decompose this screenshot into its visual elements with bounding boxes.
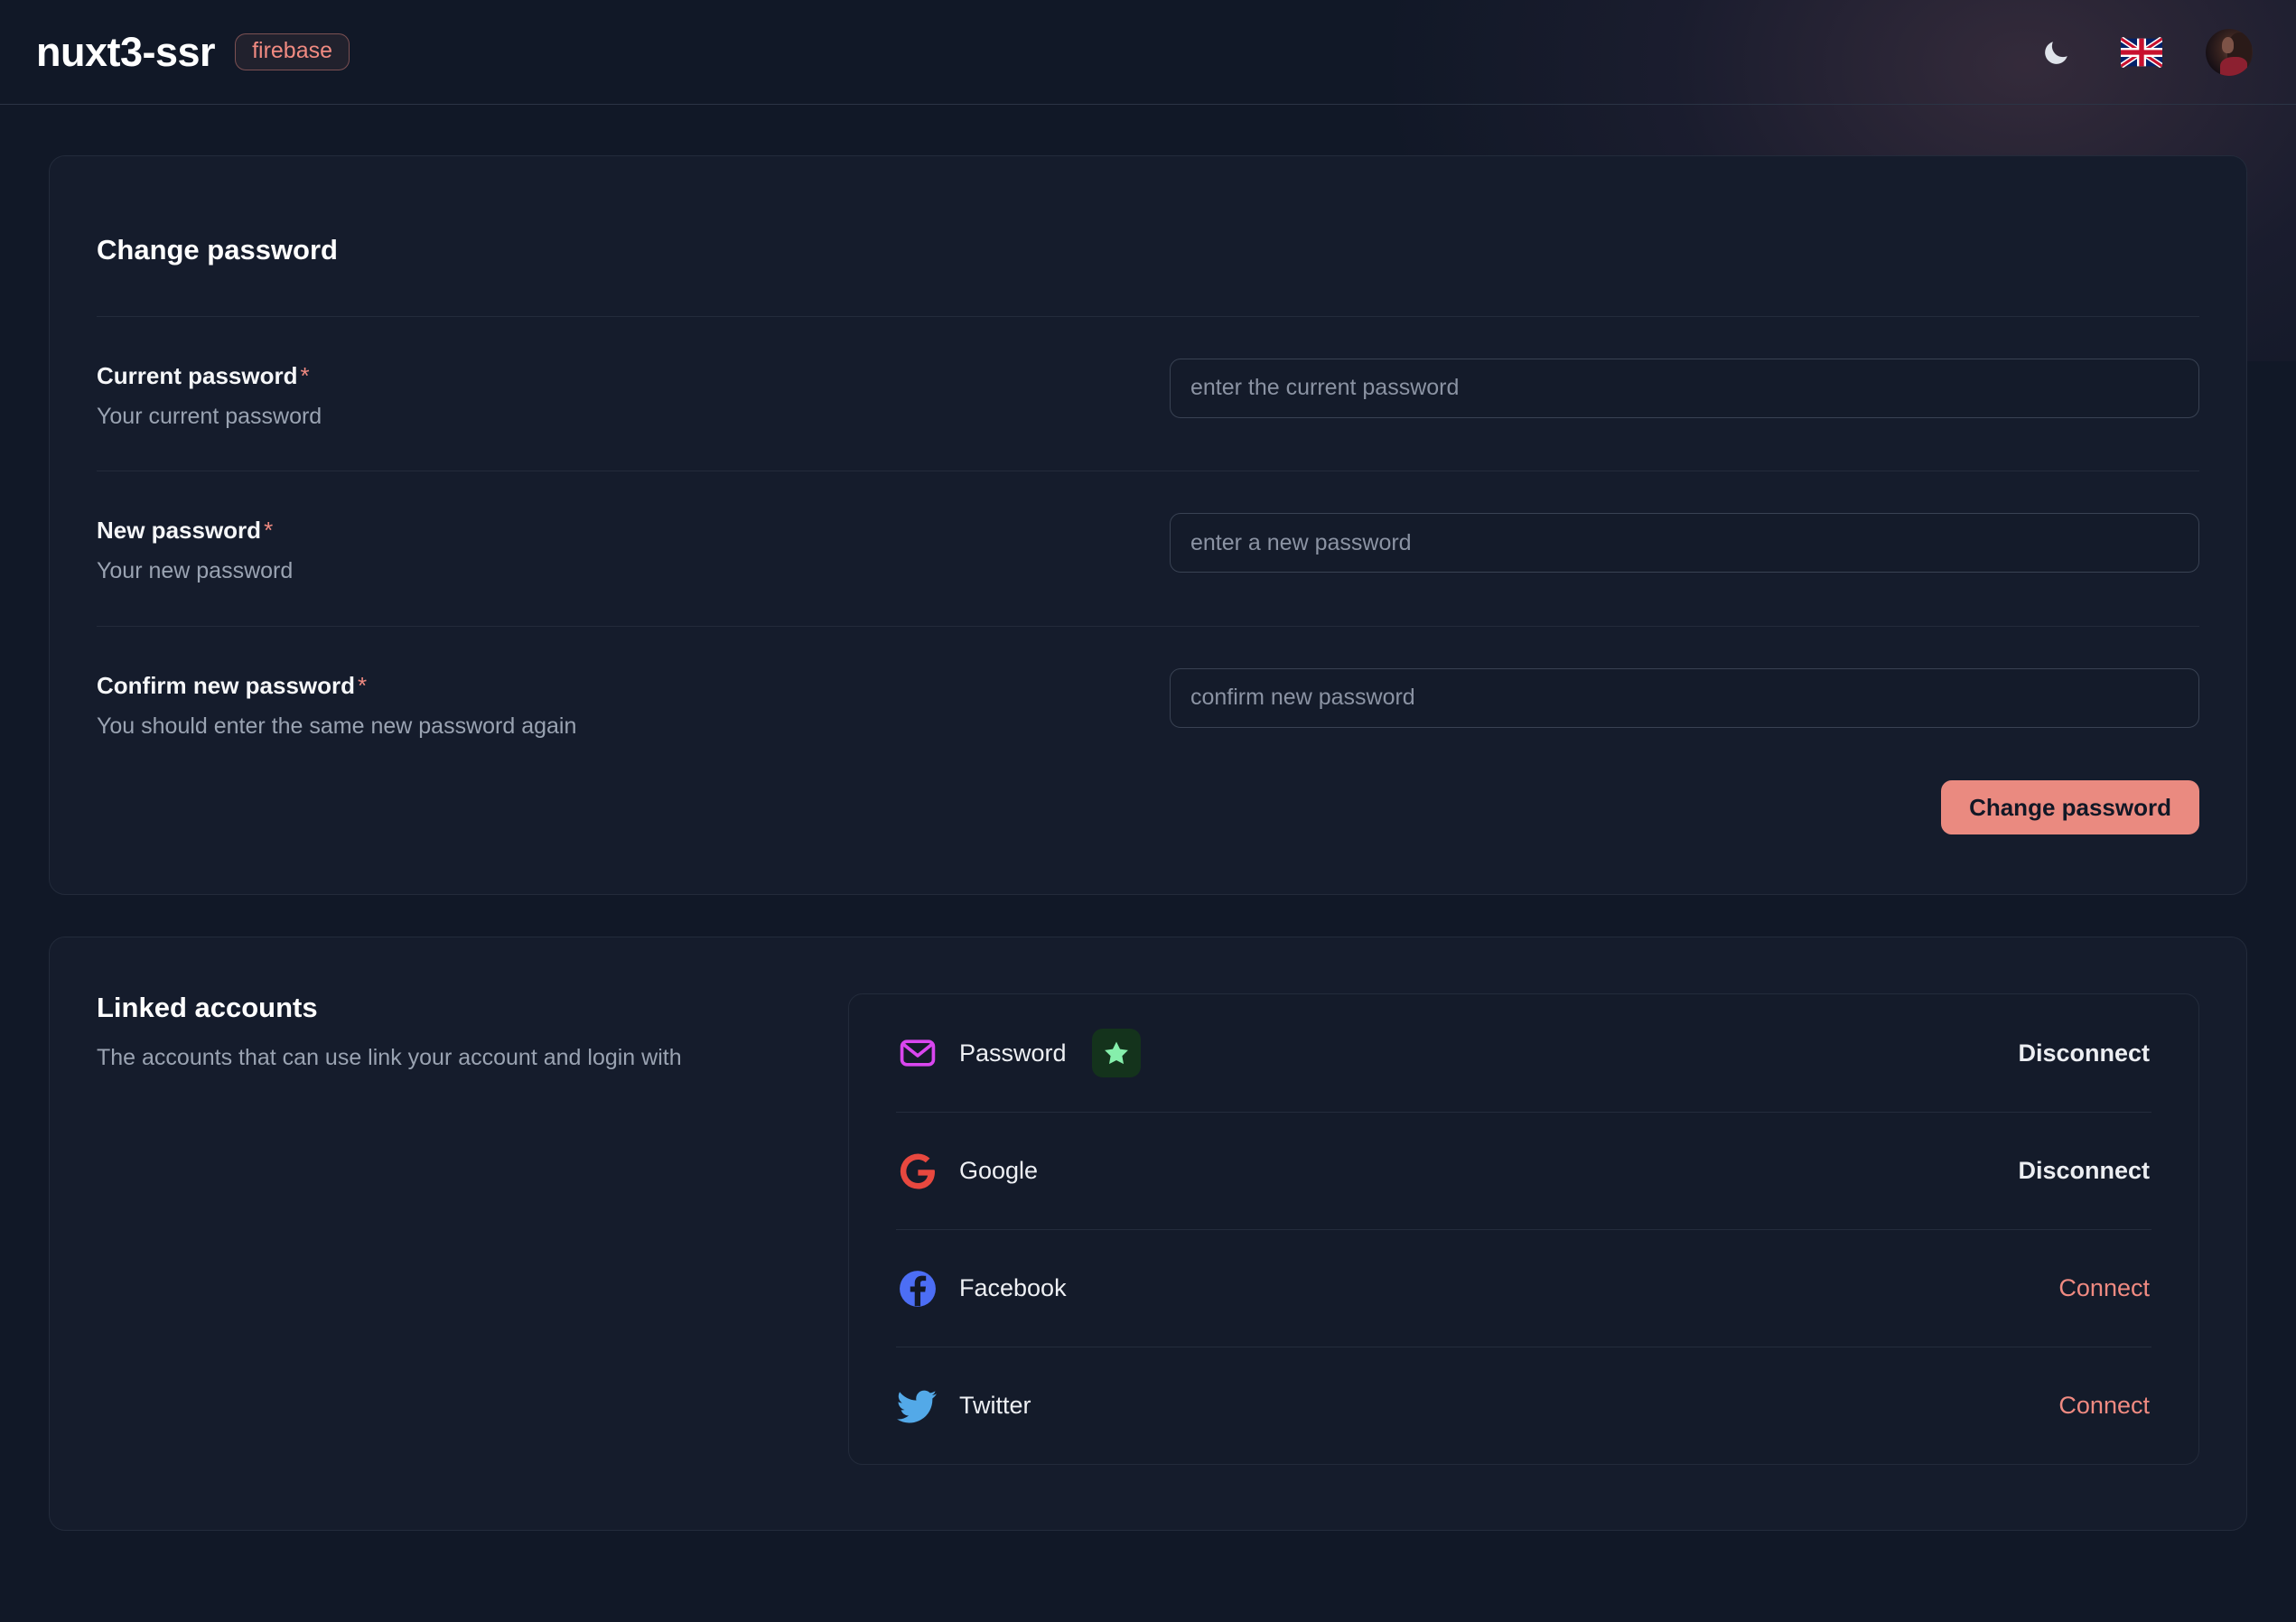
form-row-confirm-password: Confirm new password * You should enter t… (97, 625, 2199, 780)
provider-identity: Password (896, 1029, 1141, 1078)
new-password-input[interactable] (1170, 513, 2199, 573)
star-icon (1091, 1029, 1141, 1078)
google-icon (896, 1150, 939, 1193)
mail-icon (896, 1031, 939, 1075)
label-text: New password (97, 517, 262, 545)
provider-name: Facebook (959, 1274, 1067, 1302)
field-meta: Current password * Your current password (97, 359, 322, 431)
provider-identity: Google (896, 1150, 1038, 1193)
confirm-password-input[interactable] (1170, 667, 2199, 728)
provider-name: Password (959, 1039, 1067, 1067)
field-meta: New password * Your new password (97, 513, 293, 585)
page-content: Change password Current password * Your c… (0, 105, 2296, 1532)
linked-accounts-description: The accounts that can use link your acco… (97, 1045, 682, 1071)
confirm-password-help: You should enter the same new password a… (97, 713, 577, 739)
required-marker: * (264, 517, 274, 545)
list-item: Facebook Connect (896, 1229, 2151, 1347)
provider-name: Twitter (959, 1392, 1031, 1420)
provider-action-facebook[interactable]: Connect (2057, 1271, 2151, 1306)
field-control (1170, 513, 2199, 573)
provider-list: Password Disconnect Google Disconnect Fa… (848, 993, 2199, 1466)
provider-action-password[interactable]: Disconnect (2016, 1036, 2151, 1071)
current-password-input[interactable] (1170, 358, 2199, 418)
linked-accounts-layout: Linked accounts The accounts that can us… (97, 937, 2199, 1530)
list-item: Twitter Connect (896, 1347, 2151, 1464)
moon-icon (2041, 37, 2072, 68)
facebook-icon (896, 1267, 939, 1310)
form-row-current-password: Current password * Your current password (97, 317, 2199, 471)
label-text: Current password (97, 361, 298, 389)
change-password-title: Change password (97, 233, 338, 266)
list-item: Password Disconnect (896, 994, 2151, 1112)
field-meta: Confirm new password * You should enter t… (97, 668, 576, 741)
brand[interactable]: nuxt3-ssr firebase (36, 32, 350, 72)
theme-toggle-button[interactable] (2036, 32, 2077, 73)
app-title: nuxt3-ssr (36, 29, 216, 75)
language-button[interactable] (2121, 32, 2162, 73)
change-password-card: Change password Current password * Your c… (49, 155, 2247, 896)
header-actions (2036, 28, 2253, 76)
provider-identity: Twitter (896, 1384, 1031, 1428)
avatar-face (2221, 36, 2235, 53)
current-password-help: Your current password (97, 403, 322, 429)
list-item: Google Disconnect (896, 1112, 2151, 1229)
required-marker: * (300, 361, 310, 389)
linked-accounts-card: Linked accounts The accounts that can us… (49, 937, 2247, 1532)
provider-action-google[interactable]: Disconnect (2016, 1153, 2151, 1189)
firebase-badge: firebase (235, 33, 350, 70)
new-password-label: New password * (97, 517, 293, 545)
twitter-icon (896, 1384, 939, 1428)
avatar-body (2219, 56, 2247, 76)
provider-name: Google (959, 1157, 1039, 1185)
confirm-password-label: Confirm new password * (97, 672, 576, 700)
linked-accounts-meta: Linked accounts The accounts that can us… (97, 993, 801, 1074)
linked-accounts-title: Linked accounts (97, 992, 318, 1024)
field-control (1170, 358, 2199, 418)
label-text: Confirm new password (97, 671, 356, 699)
provider-identity: Facebook (896, 1267, 1067, 1310)
new-password-help: Your new password (97, 558, 294, 584)
form-row-new-password: New password * Your new password (97, 471, 2199, 625)
change-password-footer: Change password (97, 780, 2199, 894)
app-header: nuxt3-ssr firebase (0, 0, 2296, 105)
required-marker: * (358, 671, 368, 699)
avatar[interactable] (2206, 28, 2253, 76)
uk-flag-icon (2121, 36, 2162, 68)
current-password-label: Current password * (97, 362, 322, 390)
change-password-button[interactable]: Change password (1941, 780, 2199, 835)
provider-action-twitter[interactable]: Connect (2057, 1388, 2151, 1423)
field-control (1170, 667, 2199, 728)
